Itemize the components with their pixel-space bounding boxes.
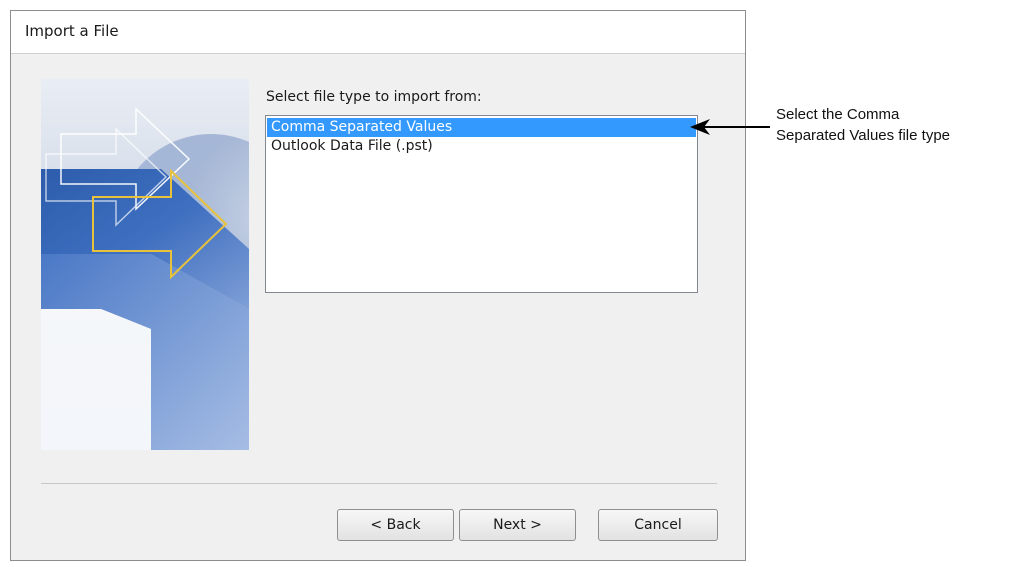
annotation-callout: Select the Comma Separated Values file t…	[776, 104, 1006, 146]
back-button[interactable]: < Back	[337, 509, 454, 541]
import-file-dialog: Import a File Select file type to import…	[10, 10, 746, 561]
title-divider	[11, 53, 745, 54]
wizard-arrows-graphic	[41, 79, 249, 450]
screenshot-stage: Import a File Select file type to import…	[0, 0, 1010, 567]
left-arrow-icon	[690, 119, 770, 135]
file-type-prompt: Select file type to import from:	[266, 89, 482, 105]
cancel-button[interactable]: Cancel	[598, 509, 718, 541]
dialog-title-bar: Import a File	[11, 11, 745, 53]
wizard-banner-image	[41, 79, 249, 450]
list-item-comma-separated-values[interactable]: Comma Separated Values	[267, 118, 696, 137]
dialog-title: Import a File	[25, 22, 119, 40]
annotation-line-2: Separated Values file type	[776, 127, 951, 144]
file-type-listbox[interactable]: Comma Separated Values Outlook Data File…	[265, 115, 698, 293]
annotation-line-1: Select the Comma	[776, 106, 900, 123]
button-separator	[41, 483, 717, 484]
next-button[interactable]: Next >	[459, 509, 576, 541]
list-item-outlook-data-file[interactable]: Outlook Data File (.pst)	[267, 137, 696, 156]
